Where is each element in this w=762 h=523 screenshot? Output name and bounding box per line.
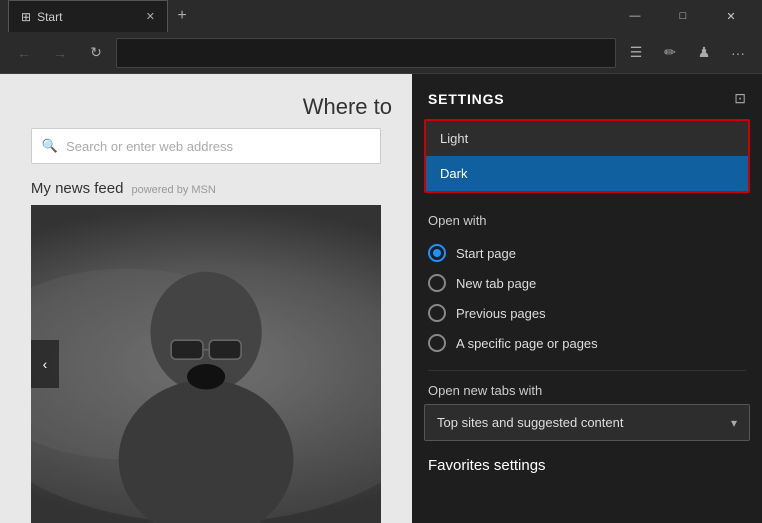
radio-circle-start-page	[428, 244, 446, 262]
web-note-icon[interactable]: ✏	[654, 37, 686, 69]
powered-by-text: powered by MSN	[131, 184, 215, 196]
radio-label-start-page: Start page	[456, 246, 516, 261]
address-bar[interactable]	[116, 38, 616, 68]
browser-background: Where to 🔍 Search or enter web address M…	[0, 74, 412, 523]
theme-dropdown-container[interactable]: Light Dark	[424, 119, 750, 193]
search-placeholder-text: Search or enter web address	[66, 139, 233, 154]
open-new-tabs-label: Open new tabs with	[412, 375, 762, 404]
new-tabs-dropdown[interactable]: Top sites and suggested content ▾	[424, 404, 750, 441]
radio-label-previous-pages: Previous pages	[456, 306, 546, 321]
tab-close-button[interactable]: ✕	[146, 10, 155, 23]
where-to-heading: Where to	[303, 94, 412, 120]
settings-title: SETTINGS	[428, 91, 504, 107]
forward-button[interactable]: →	[44, 37, 76, 69]
news-feed-header: My news feed powered by MSN	[31, 180, 381, 197]
settings-header: SETTINGS ⊡	[412, 74, 762, 119]
tab-label: Start	[37, 10, 62, 24]
radio-circle-new-tab	[428, 274, 446, 292]
title-bar: ⊞ Start ✕ + — □ ✕	[0, 0, 762, 32]
theme-option-light[interactable]: Light	[426, 121, 748, 156]
radio-new-tab[interactable]: New tab page	[428, 268, 746, 298]
minimize-button[interactable]: —	[612, 0, 658, 32]
hub-icon[interactable]: ☰	[620, 37, 652, 69]
content-area: Where to 🔍 Search or enter web address M…	[0, 74, 762, 523]
new-tabs-dropdown-value: Top sites and suggested content	[437, 415, 623, 430]
close-button[interactable]: ✕	[708, 0, 754, 32]
news-feed-label: My news feed	[31, 180, 124, 197]
back-button[interactable]: ←	[8, 37, 40, 69]
radio-specific-page[interactable]: A specific page or pages	[428, 328, 746, 358]
toolbar-icons: ☰ ✏ ♟ ···	[620, 37, 754, 69]
search-bar[interactable]: 🔍 Search or enter web address	[31, 128, 381, 164]
radio-previous-pages[interactable]: Previous pages	[428, 298, 746, 328]
radio-circle-previous-pages	[428, 304, 446, 322]
tab-favicon: ⊞	[21, 10, 31, 24]
chevron-down-icon: ▾	[731, 416, 737, 430]
open-with-section: Open with Start page New tab page Previo…	[412, 205, 762, 366]
radio-circle-specific-page	[428, 334, 446, 352]
maximize-button[interactable]: □	[660, 0, 706, 32]
tab-area: ⊞ Start ✕ +	[8, 0, 612, 32]
toolbar: ← → ↻ ☰ ✏ ♟ ···	[0, 32, 762, 74]
share-icon[interactable]: ♟	[688, 37, 720, 69]
news-image-svg	[31, 205, 381, 523]
news-image: ‹	[31, 205, 381, 523]
open-with-label: Open with	[428, 213, 746, 228]
new-tab-button[interactable]: +	[168, 2, 196, 30]
radio-label-specific-page: A specific page or pages	[456, 336, 598, 351]
settings-panel: SETTINGS ⊡ Light Dark Open with Start pa…	[412, 74, 762, 523]
more-icon[interactable]: ···	[722, 37, 754, 69]
refresh-button[interactable]: ↻	[80, 37, 112, 69]
radio-label-new-tab: New tab page	[456, 276, 536, 291]
search-icon: 🔍	[42, 138, 58, 154]
active-tab[interactable]: ⊞ Start ✕	[8, 0, 168, 32]
browser-content: Where to 🔍 Search or enter web address M…	[0, 74, 412, 523]
divider	[428, 370, 746, 371]
favorites-settings-label: Favorites settings	[412, 449, 762, 482]
window-controls: — □ ✕	[612, 0, 754, 32]
radio-start-page[interactable]: Start page	[428, 238, 746, 268]
pin-icon[interactable]: ⊡	[734, 90, 746, 107]
theme-option-dark[interactable]: Dark	[426, 156, 748, 191]
carousel-prev-button[interactable]: ‹	[31, 340, 59, 388]
news-image-area: ‹	[31, 205, 381, 523]
